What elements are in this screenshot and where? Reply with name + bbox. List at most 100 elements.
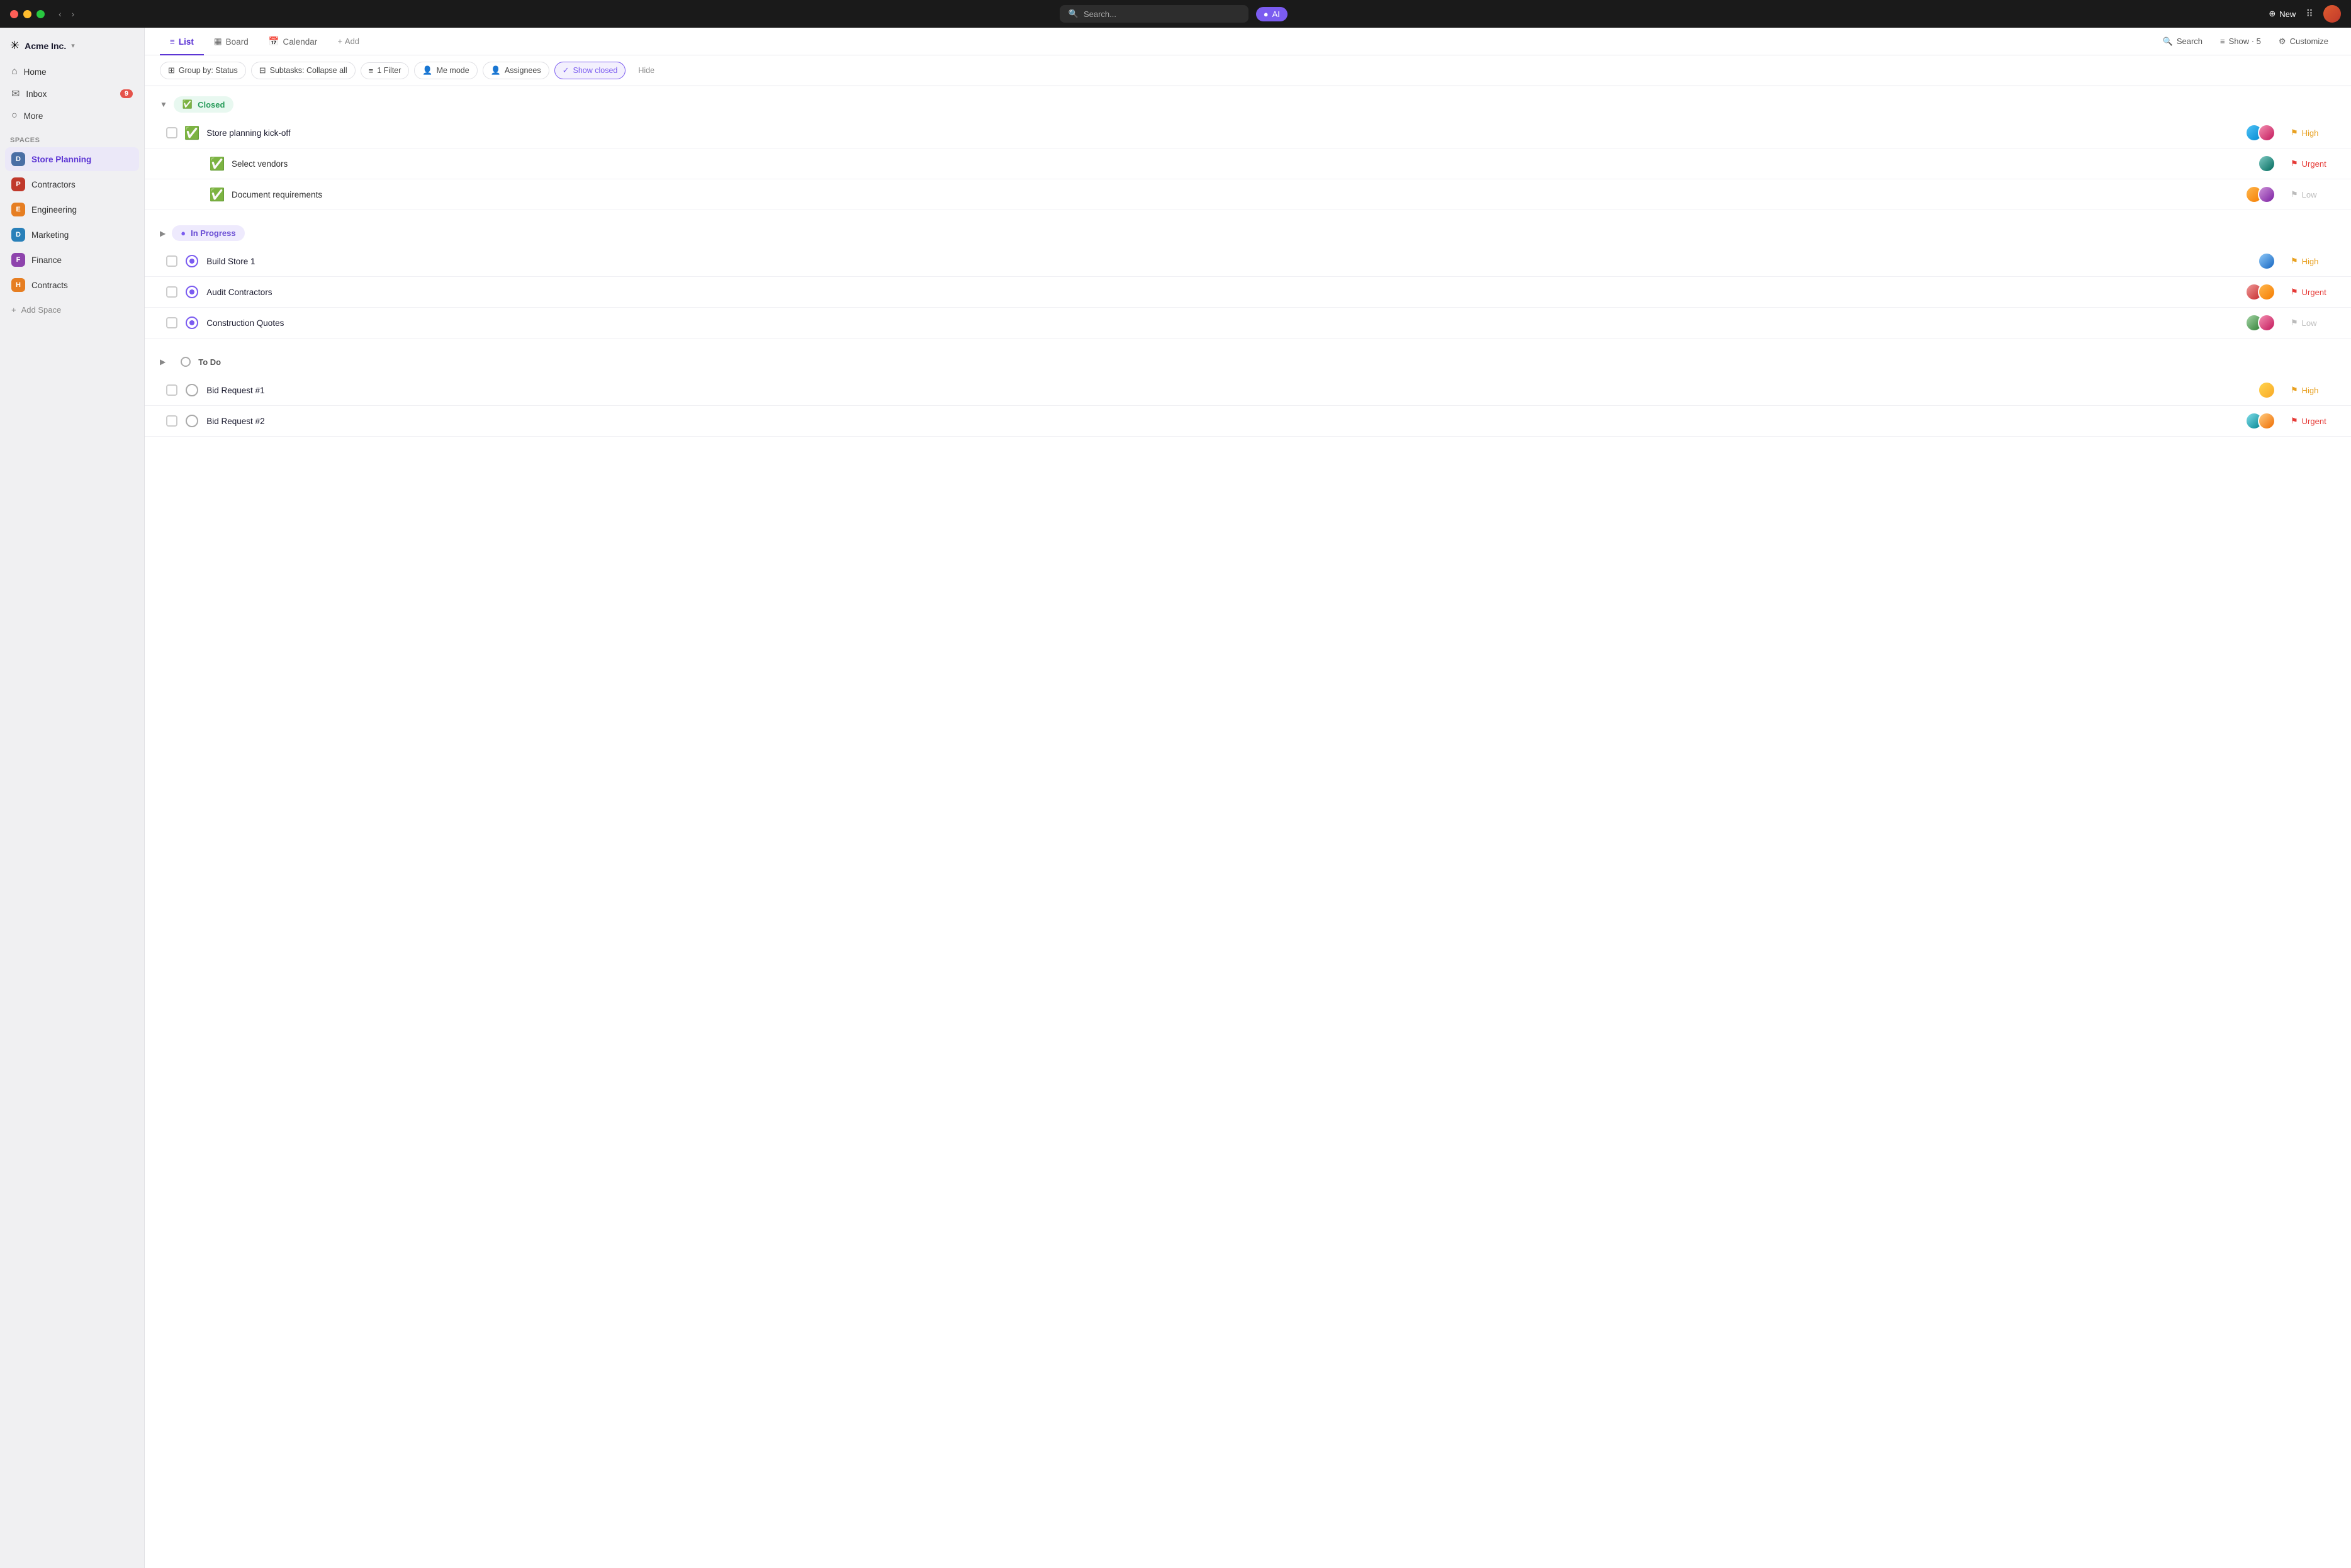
add-view-button[interactable]: + Add — [330, 31, 367, 51]
task-status-closed[interactable]: ✅ — [210, 157, 224, 171]
workspace-chevron-icon: ▾ — [71, 42, 75, 50]
group-by-chip[interactable]: ⊞ Group by: Status — [160, 62, 246, 79]
group-header-todo[interactable]: ▶ To Do — [145, 344, 2351, 375]
marketing-label: Marketing — [31, 230, 69, 240]
task-checkbox[interactable] — [166, 317, 177, 328]
sidebar-item-inbox[interactable]: ✉ Inbox 9 — [5, 82, 139, 105]
task-assignees — [2245, 283, 2275, 301]
workspace-header[interactable]: ✳ Acme Inc. ▾ — [0, 33, 144, 59]
group-header-in-progress[interactable]: ▶ ● In Progress — [145, 215, 2351, 246]
table-row[interactable]: ⠿ Bid Request #2 ⚑ Urgent — [145, 406, 2351, 437]
sidebar-item-store-planning[interactable]: D Store Planning — [5, 147, 139, 171]
priority-badge: ⚑ High — [2291, 128, 2341, 138]
new-button[interactable]: ⊕ New — [2269, 9, 2296, 19]
in-progress-status-icon: ● — [181, 228, 186, 238]
group-header-closed[interactable]: ▼ ✅ Closed — [145, 86, 2351, 118]
filter-chip[interactable]: ≡ 1 Filter — [361, 62, 410, 79]
sidebar-item-contractors[interactable]: P Contractors — [5, 172, 139, 196]
sidebar-item-marketing[interactable]: D Marketing — [5, 223, 139, 247]
avatar — [2258, 186, 2275, 203]
subtasks-chip[interactable]: ⊟ Subtasks: Collapse all — [251, 62, 356, 79]
task-checkbox[interactable] — [166, 127, 177, 138]
new-icon: ⊕ — [2269, 9, 2275, 19]
title-bar-right: ⊕ New ⠿ — [2269, 5, 2341, 23]
closed-checkmark-icon: ✅ — [184, 125, 200, 141]
in-progress-group-badge: ● In Progress — [172, 225, 244, 241]
show-action-button[interactable]: ≡ Show · 5 — [2213, 33, 2269, 50]
app-body: ✳ Acme Inc. ▾ ⌂ Home ✉ Inbox 9 ○ More Sp… — [0, 28, 2351, 1568]
priority-label: Urgent — [2302, 417, 2326, 426]
search-icon: 🔍 — [1069, 9, 1079, 19]
show-closed-chip[interactable]: ✓ Show closed — [554, 62, 626, 79]
table-row[interactable]: ✅ Select vendors ⚑ Urgent — [145, 148, 2351, 179]
avatar — [2258, 412, 2275, 430]
contractors-label: Contractors — [31, 180, 76, 189]
table-row[interactable]: ⠿ Bid Request #1 ⚑ High — [145, 375, 2351, 406]
table-row[interactable]: ✅ Document requirements ⚑ Low — [145, 179, 2351, 210]
task-status-todo[interactable] — [185, 383, 199, 397]
marketing-icon: D — [11, 228, 25, 242]
priority-flag-icon: ⚑ — [2291, 159, 2298, 169]
tab-calendar[interactable]: 📅 Calendar — [259, 28, 328, 55]
task-checkbox[interactable] — [166, 415, 177, 427]
show-closed-icon: ✓ — [563, 65, 570, 76]
table-row[interactable]: ⠿ Construction Quotes ⚑ Low — [145, 308, 2351, 339]
back-arrow[interactable]: ‹ — [55, 8, 65, 20]
sidebar-item-home[interactable]: ⌂ Home — [5, 61, 139, 82]
task-status-in-progress[interactable] — [185, 254, 199, 268]
more-label: More — [24, 111, 43, 121]
task-status-closed[interactable]: ✅ — [210, 188, 224, 201]
task-status-closed[interactable]: ✅ — [185, 126, 199, 140]
user-avatar[interactable] — [2323, 5, 2341, 23]
show-action-icon: ≡ — [2220, 36, 2225, 46]
task-status-in-progress[interactable] — [185, 316, 199, 330]
assignees-chip[interactable]: 👤 Assignees — [483, 62, 549, 79]
table-row[interactable]: ⠿ ✅ Store planning kick-off ⚑ High — [145, 118, 2351, 148]
priority-label: Urgent — [2302, 288, 2326, 297]
customize-action-button[interactable]: ⚙ Customize — [2271, 33, 2336, 50]
store-planning-icon: D — [11, 152, 25, 166]
view-tabs: ≡ List ▦ Board 📅 Calendar + Add 🔍 Search — [145, 28, 2351, 55]
task-checkbox[interactable] — [166, 286, 177, 298]
add-space-button[interactable]: + Add Space — [0, 300, 144, 320]
todo-circle-icon — [186, 415, 198, 427]
task-name: Document requirements — [232, 190, 2245, 199]
subtasks-icon: ⊟ — [259, 65, 266, 76]
maximize-button[interactable] — [36, 10, 45, 18]
me-mode-label: Me mode — [437, 66, 469, 75]
main-content: ≡ List ▦ Board 📅 Calendar + Add 🔍 Search — [145, 28, 2351, 1568]
priority-flag-icon: ⚑ — [2291, 318, 2298, 328]
hide-button[interactable]: Hide — [631, 63, 662, 78]
list-label: List — [179, 37, 194, 47]
task-assignees — [2258, 381, 2275, 399]
forward-arrow[interactable]: › — [68, 8, 79, 20]
sidebar-item-finance[interactable]: F Finance — [5, 248, 139, 272]
task-status-in-progress[interactable] — [185, 285, 199, 299]
add-space-label: Add Space — [21, 305, 62, 315]
task-assignees — [2245, 186, 2275, 203]
task-checkbox[interactable] — [166, 384, 177, 396]
task-status-todo[interactable] — [185, 414, 199, 428]
sidebar-item-more[interactable]: ○ More — [5, 105, 139, 126]
assignees-icon: 👤 — [491, 65, 501, 76]
priority-badge: ⚑ High — [2291, 385, 2341, 395]
todo-group-label: To Do — [198, 357, 221, 367]
tab-board[interactable]: ▦ Board — [204, 28, 259, 55]
table-row[interactable]: ⠿ Audit Contractors ⚑ Urgent — [145, 277, 2351, 308]
contracts-icon: H — [11, 278, 25, 292]
me-mode-chip[interactable]: 👤 Me mode — [414, 62, 477, 79]
sidebar-item-engineering[interactable]: E Engineering — [5, 198, 139, 221]
ai-dot: ● — [1264, 9, 1269, 19]
tab-list[interactable]: ≡ List — [160, 28, 204, 55]
minimize-button[interactable] — [23, 10, 31, 18]
close-button[interactable] — [10, 10, 18, 18]
sidebar-item-contracts[interactable]: H Contracts — [5, 273, 139, 297]
ai-badge[interactable]: ● AI — [1256, 7, 1288, 21]
workspace-logo: ✳ — [10, 39, 20, 52]
search-action-button[interactable]: 🔍 Search — [2155, 33, 2210, 50]
table-row[interactable]: ⠿ Build Store 1 ⚑ High — [145, 246, 2351, 277]
grid-icon[interactable]: ⠿ — [2306, 8, 2313, 20]
global-search-bar[interactable]: 🔍 Search... — [1060, 5, 1248, 23]
task-checkbox[interactable] — [166, 255, 177, 267]
priority-label: High — [2302, 128, 2319, 138]
